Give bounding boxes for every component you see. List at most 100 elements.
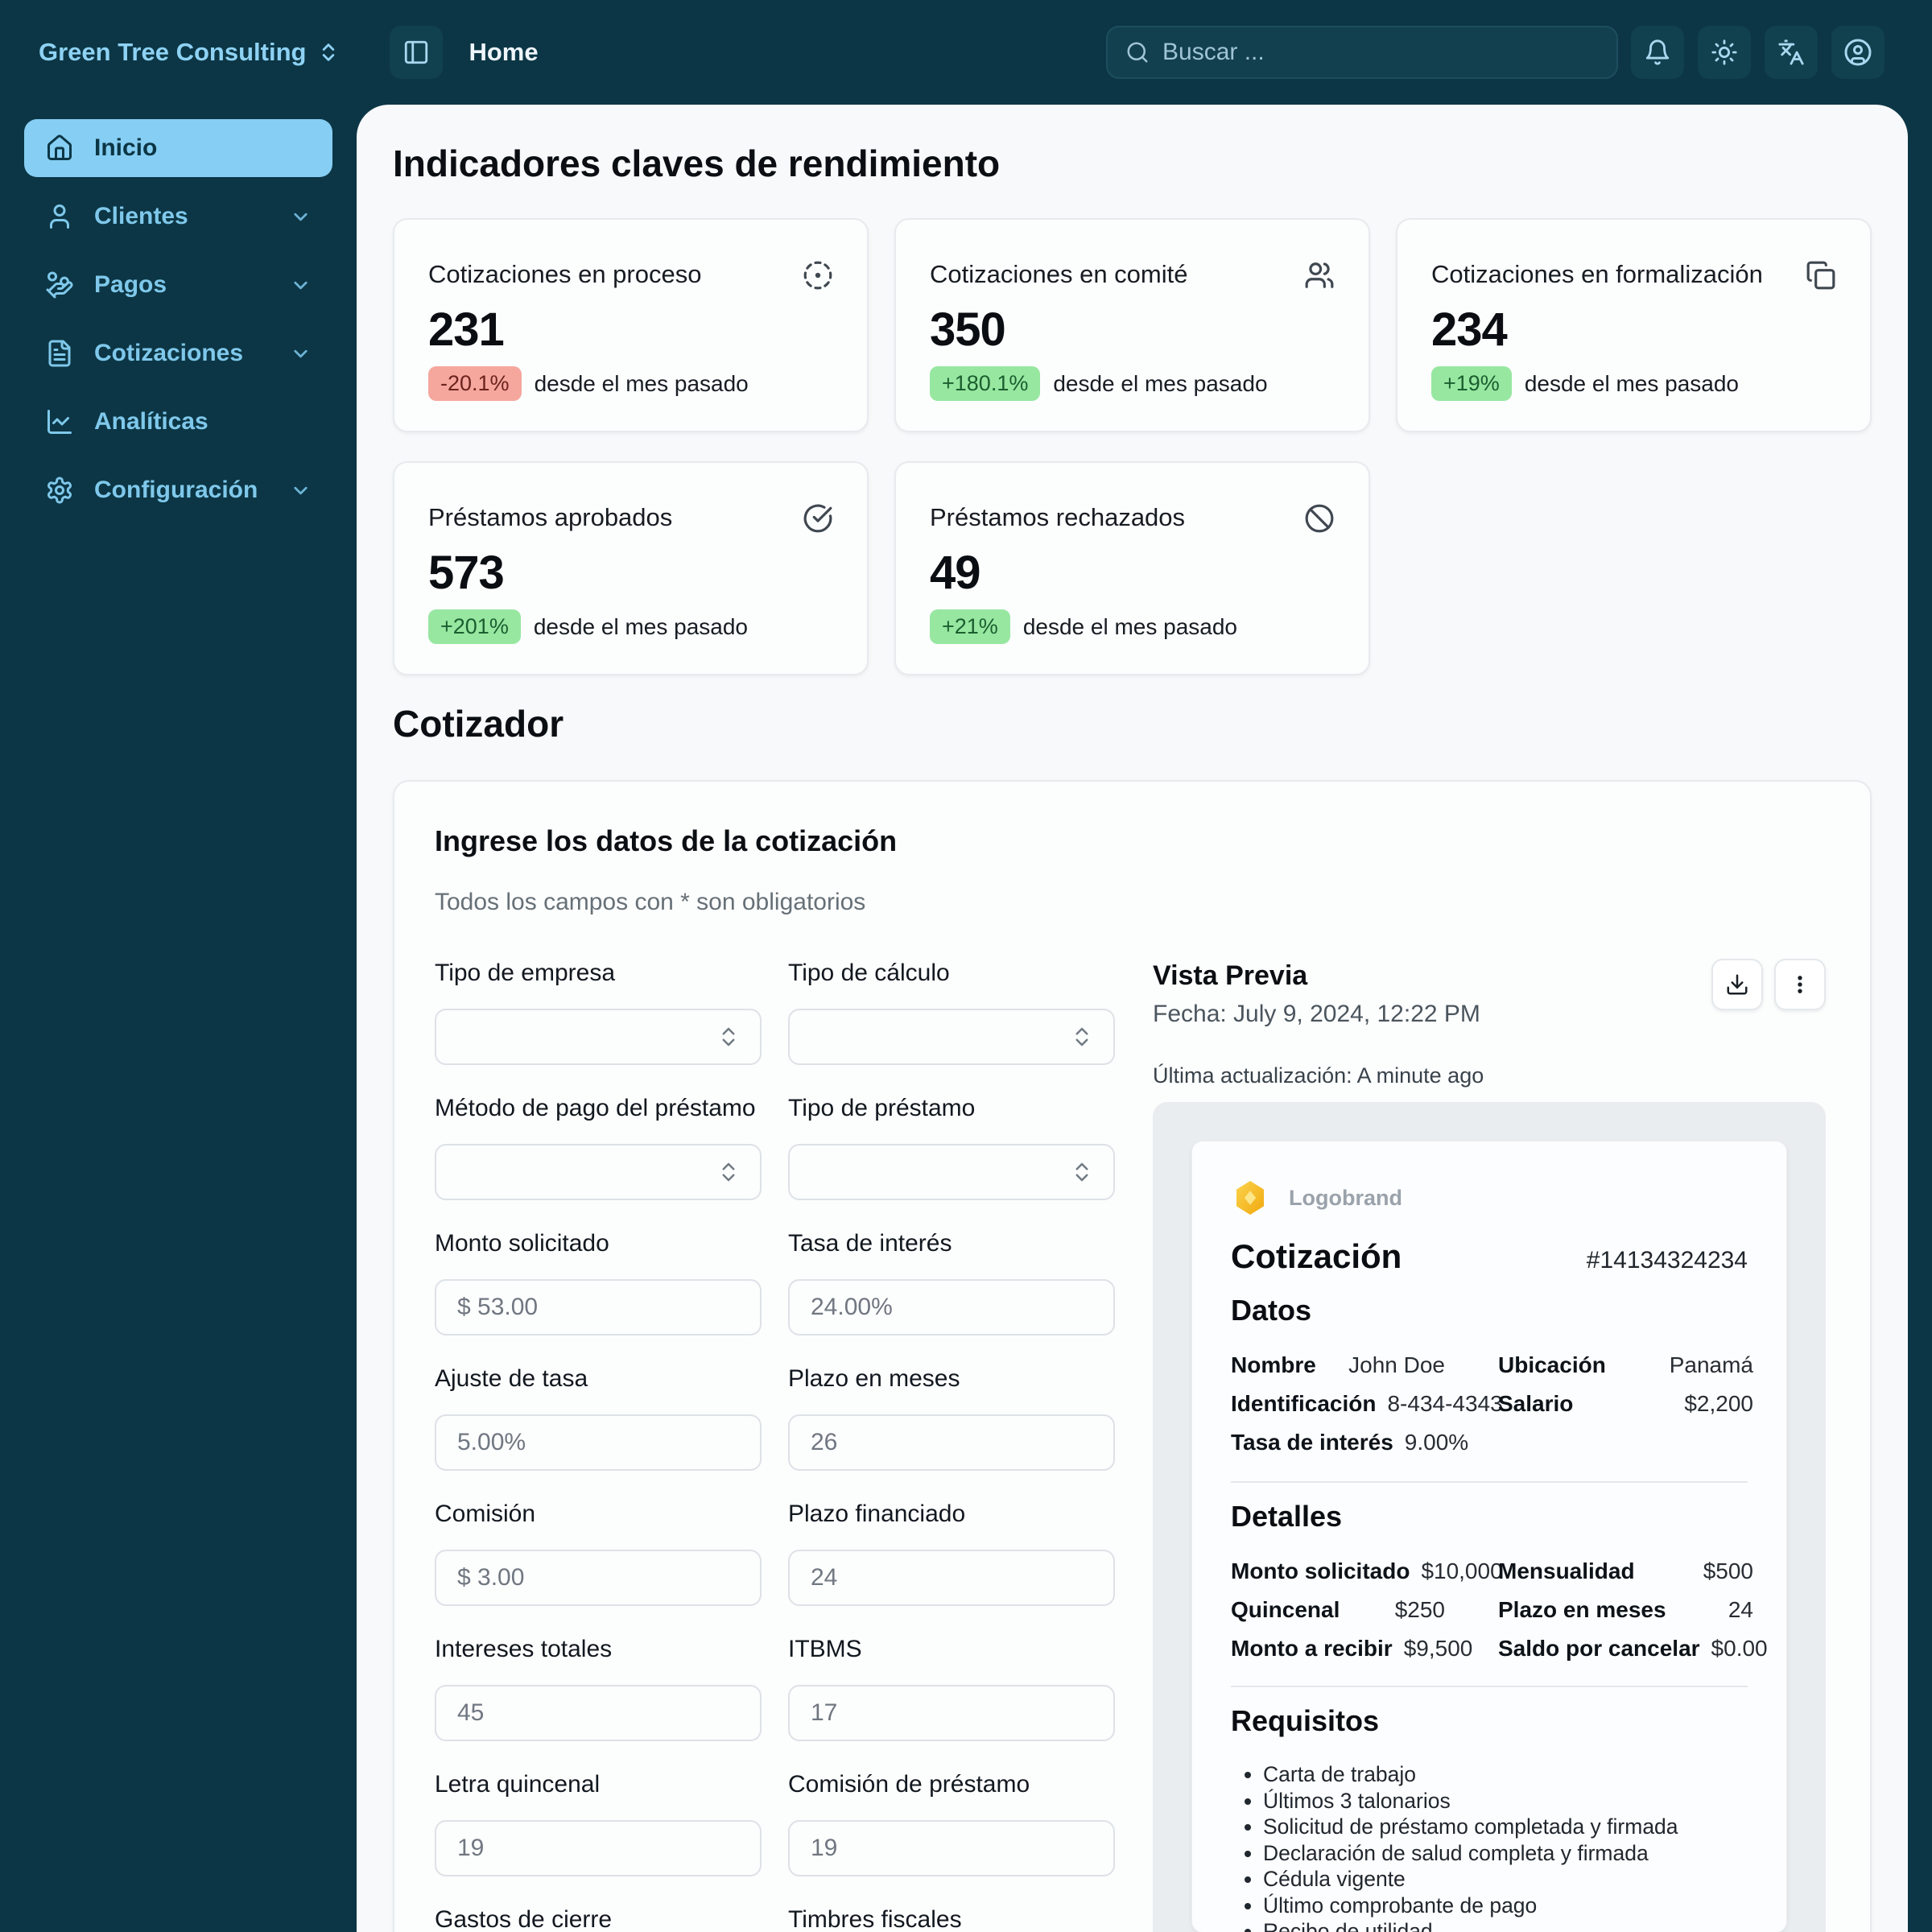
requisito-item: Carta de trabajo xyxy=(1263,1761,1748,1788)
logobrand-hexagon-icon xyxy=(1231,1179,1269,1217)
search-icon xyxy=(1125,40,1150,64)
requisito-item: Cédula vigente xyxy=(1263,1866,1748,1893)
field-intereses-totales: Intereses totales xyxy=(435,1635,762,1741)
trend-badge: +19% xyxy=(1431,366,1512,401)
intereses-totales-input[interactable] xyxy=(457,1699,741,1727)
home-icon xyxy=(45,134,74,163)
tipo-de-prestamo-select[interactable] xyxy=(788,1144,1115,1200)
divider xyxy=(1231,1686,1748,1687)
sidebar-item-inicio[interactable]: Inicio xyxy=(24,119,332,177)
requisito-item: Recibo de utilidad xyxy=(1263,1918,1748,1932)
comision-input[interactable] xyxy=(457,1564,741,1591)
bell-icon xyxy=(1644,39,1671,66)
chevrons-up-down-icon xyxy=(722,1162,735,1182)
field-comision: Comisión xyxy=(435,1500,762,1606)
sidebar-item-label: Analíticas xyxy=(94,408,208,435)
global-search[interactable] xyxy=(1106,26,1618,79)
cotizacion-document: Logobrand Cotización #14134324234 Datos … xyxy=(1191,1141,1787,1932)
kebab-menu-icon xyxy=(1789,973,1811,996)
field-label: Monto solicitado xyxy=(435,1230,609,1257)
data-row: Plazo en meses 24 xyxy=(1498,1597,1753,1622)
kpi-card-prestamos-aprobados: Préstamos aprobados 573 +201% desde el m… xyxy=(393,461,869,675)
field-label: Tasa de interés xyxy=(788,1230,952,1257)
letra-quincenal-input[interactable] xyxy=(457,1835,741,1862)
comision-de-prestamo-input[interactable] xyxy=(811,1835,1094,1862)
kpi-card-prestamos-rechazados: Préstamos rechazados 49 +21% desde el me… xyxy=(894,461,1370,675)
field-ajuste-de-tasa: Ajuste de tasa xyxy=(435,1364,762,1471)
sidebar-item-clientes[interactable]: Clientes xyxy=(24,188,332,246)
chevrons-up-down-icon xyxy=(1075,1027,1088,1046)
metodo-de-pago-select[interactable] xyxy=(435,1144,762,1200)
data-row: Quincenal $250 xyxy=(1231,1597,1445,1622)
sidebar-item-pagos[interactable]: Pagos xyxy=(24,256,332,314)
kpi-card-cotizaciones-en-proceso: Cotizaciones en proceso 231 -20.1% desde… xyxy=(393,218,869,432)
field-label: Letra quincenal xyxy=(435,1771,601,1798)
sidebar-item-analiticas[interactable]: Analíticas xyxy=(24,393,332,451)
monto-solicitado-input[interactable] xyxy=(457,1294,741,1321)
cotizador-section-title: Cotizador xyxy=(393,703,564,745)
kpi-value: 231 xyxy=(428,303,505,356)
language-button[interactable] xyxy=(1765,26,1818,79)
topbar: Green Tree Consulting Home xyxy=(0,0,1932,105)
kpi-caption: desde el mes pasado xyxy=(1524,370,1739,396)
trend-badge: +21% xyxy=(930,609,1010,644)
data-row: Ubicación Panamá xyxy=(1498,1352,1753,1377)
sidebar-item-label: Cotizaciones xyxy=(94,340,244,366)
chart-line-icon xyxy=(45,407,74,436)
field-label: Ajuste de tasa xyxy=(435,1365,588,1392)
user-icon xyxy=(45,202,74,231)
breadcrumb: Home xyxy=(469,38,539,66)
field-plazo-en-meses: Plazo en meses xyxy=(788,1364,1115,1471)
requisitos-section-title: Requisitos xyxy=(1231,1704,1380,1737)
sidebar-item-cotizaciones[interactable]: Cotizaciones xyxy=(24,324,332,382)
kpi-title: Cotizaciones en comité xyxy=(930,260,1188,288)
document-preview-frame: Logobrand Cotización #14134324234 Datos … xyxy=(1153,1102,1826,1932)
download-button[interactable] xyxy=(1711,959,1763,1010)
circle-check-icon xyxy=(803,503,833,534)
field-metodo-de-pago: Método de pago del préstamo xyxy=(435,1094,762,1200)
plazo-financiado-input[interactable] xyxy=(811,1564,1094,1591)
field-label: Plazo financiado xyxy=(788,1501,966,1527)
field-label: Tipo de préstamo xyxy=(788,1095,976,1121)
more-options-button[interactable] xyxy=(1774,959,1826,1010)
form-subtitle: Todos los campos con * son obligatorios xyxy=(435,889,866,915)
preview-title: Vista Previa xyxy=(1153,960,1308,991)
itbms-input[interactable] xyxy=(811,1699,1094,1727)
kpi-card-cotizaciones-en-comite: Cotizaciones en comité 350 +180.1% desde… xyxy=(894,218,1370,432)
field-tipo-de-prestamo: Tipo de préstamo xyxy=(788,1094,1115,1200)
notifications-button[interactable] xyxy=(1631,26,1684,79)
data-row: Salario $2,200 xyxy=(1498,1391,1753,1416)
kpi-value: 573 xyxy=(428,547,505,599)
field-label: Comisión de préstamo xyxy=(788,1771,1030,1798)
tipo-de-empresa-select[interactable] xyxy=(435,1009,762,1065)
kpi-title: Cotizaciones en proceso xyxy=(428,260,702,288)
data-row: Saldo por cancelar $0.00 xyxy=(1498,1636,1768,1661)
ajuste-de-tasa-input[interactable] xyxy=(457,1429,741,1456)
sidebar-item-configuracion[interactable]: Configuración xyxy=(24,461,332,519)
tasa-de-interes-input[interactable] xyxy=(811,1294,1094,1321)
field-timbres-fiscales: Timbres fiscales xyxy=(788,1905,1115,1932)
requisito-item: Último comprobante de pago xyxy=(1263,1893,1748,1919)
requisito-item: Últimos 3 talonarios xyxy=(1263,1788,1748,1814)
field-monto-solicitado: Monto solicitado xyxy=(435,1229,762,1335)
topbar-actions xyxy=(1631,26,1885,79)
document-heading: Cotización xyxy=(1231,1237,1402,1275)
plazo-en-meses-input[interactable] xyxy=(811,1429,1094,1456)
field-gastos-de-cierre: Gastos de cierre xyxy=(435,1905,762,1932)
account-button[interactable] xyxy=(1831,26,1885,79)
field-label: Timbres fiscales xyxy=(788,1906,962,1932)
tipo-de-calculo-select[interactable] xyxy=(788,1009,1115,1065)
preview-panel: Vista Previa Fecha: July 9, 2024, 12:22 … xyxy=(1153,959,1826,1932)
kpi-section-title: Indicadores claves de rendimiento xyxy=(393,142,1001,184)
kpi-title: Cotizaciones en formalización xyxy=(1431,260,1763,288)
divider xyxy=(1231,1481,1748,1483)
workspace-switcher[interactable]: Green Tree Consulting xyxy=(39,38,340,67)
circle-dot-dashed-icon xyxy=(803,260,833,291)
data-row: Mensualidad $500 xyxy=(1498,1558,1753,1583)
sidebar-toggle-button[interactable] xyxy=(390,26,444,79)
theme-toggle-button[interactable] xyxy=(1698,26,1751,79)
detalles-section-title: Detalles xyxy=(1231,1500,1343,1533)
sidebar-item-label: Inicio xyxy=(94,134,158,161)
search-input[interactable] xyxy=(1162,39,1599,66)
kpi-grid: Cotizaciones en proceso 231 -20.1% desde… xyxy=(393,218,1872,675)
